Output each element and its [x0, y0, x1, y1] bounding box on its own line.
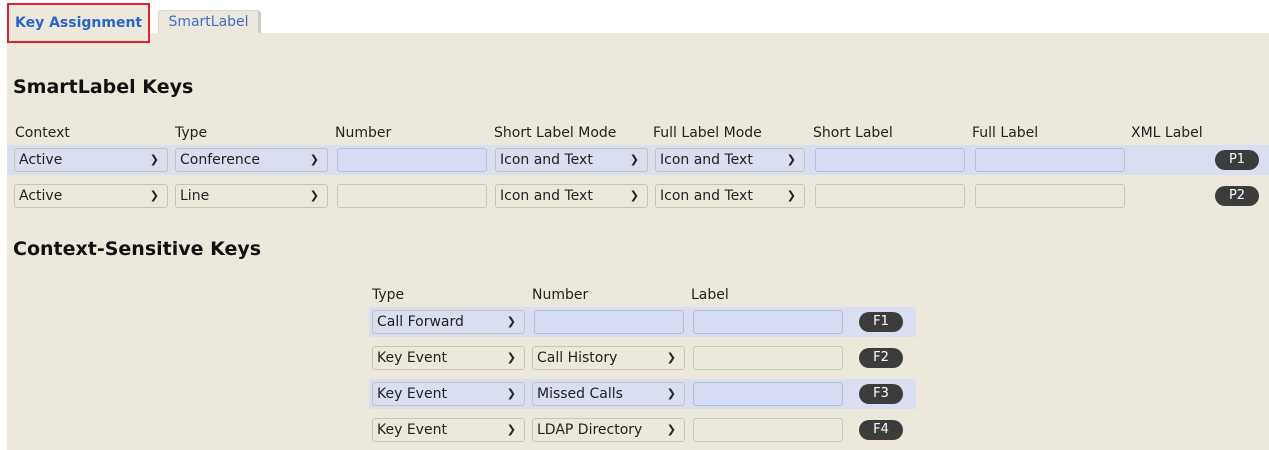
context-key-row: Key Event ❯ LDAP Directory ❯ F4	[369, 415, 916, 445]
short-label-mode-value: Icon and Text	[500, 188, 593, 204]
label-input[interactable]	[693, 346, 843, 370]
tab-bar: Key Assignment SmartLabel	[0, 0, 1269, 43]
type-select[interactable]: Call Forward ❯	[372, 310, 525, 334]
number-input[interactable]	[337, 148, 487, 172]
type-value: Call Forward	[377, 314, 464, 330]
type-value: Key Event	[377, 386, 447, 402]
tab-key-assignment[interactable]: Key Assignment	[7, 3, 150, 43]
content-panel: SmartLabel Keys Context Type Number Shor…	[7, 33, 1269, 450]
type-select[interactable]: Key Event ❯	[372, 382, 525, 406]
header-full-label: Full Label	[972, 125, 1039, 141]
short-label-mode-select[interactable]: Icon and Text ❯	[495, 184, 648, 208]
chevron-down-icon: ❯	[666, 351, 676, 364]
type-value: Key Event	[377, 422, 447, 438]
number-value: Missed Calls	[537, 386, 623, 402]
chevron-down-icon: ❯	[506, 315, 516, 328]
context-key-row: Call Forward ❯ F1	[369, 307, 916, 337]
short-label-mode-select[interactable]: Icon and Text ❯	[495, 148, 648, 172]
chevron-down-icon: ❯	[149, 153, 159, 166]
chevron-down-icon: ❯	[629, 153, 639, 166]
chevron-down-icon: ❯	[309, 189, 319, 202]
context-value: Active	[19, 152, 63, 168]
header-xml-label: XML Label	[1131, 125, 1203, 141]
full-label-mode-value: Icon and Text	[660, 152, 753, 168]
chevron-down-icon: ❯	[309, 153, 319, 166]
full-label-input[interactable]	[975, 148, 1125, 172]
context-select[interactable]: Active ❯	[14, 184, 168, 208]
context-sensitive-keys-title: Context-Sensitive Keys	[13, 238, 262, 260]
key-badge-p2[interactable]: P2	[1215, 186, 1259, 206]
header-full-label-mode: Full Label Mode	[653, 125, 762, 141]
chevron-down-icon: ❯	[786, 189, 796, 202]
type-select[interactable]: Line ❯	[175, 184, 328, 208]
full-label-mode-select[interactable]: Icon and Text ❯	[655, 148, 805, 172]
header-context: Context	[15, 125, 70, 141]
header-type: Type	[372, 287, 405, 303]
key-badge-f2[interactable]: F2	[859, 348, 903, 368]
chevron-down-icon: ❯	[629, 189, 639, 202]
short-label-mode-value: Icon and Text	[500, 152, 593, 168]
header-number: Number	[532, 287, 589, 303]
smartlabel-keys-title: SmartLabel Keys	[13, 76, 194, 98]
context-key-row: Key Event ❯ Missed Calls ❯ F3	[369, 379, 916, 409]
number-select[interactable]: Call History ❯	[532, 346, 685, 370]
header-label: Label	[691, 287, 729, 303]
number-input[interactable]	[337, 184, 487, 208]
context-select[interactable]: Active ❯	[14, 148, 168, 172]
number-value: LDAP Directory	[537, 422, 643, 438]
full-label-mode-select[interactable]: Icon and Text ❯	[655, 184, 805, 208]
type-value: Conference	[180, 152, 261, 168]
number-value: Call History	[537, 350, 618, 366]
chevron-down-icon: ❯	[666, 423, 676, 436]
type-value: Line	[180, 188, 210, 204]
full-label-mode-value: Icon and Text	[660, 188, 753, 204]
label-input[interactable]	[693, 382, 843, 406]
context-key-row: Key Event ❯ Call History ❯ F2	[369, 343, 916, 373]
chevron-down-icon: ❯	[149, 189, 159, 202]
key-badge-f4[interactable]: F4	[859, 420, 903, 440]
type-select[interactable]: Key Event ❯	[372, 346, 525, 370]
number-input[interactable]	[534, 310, 684, 334]
header-short-label: Short Label	[813, 125, 893, 141]
type-select[interactable]: Conference ❯	[175, 148, 328, 172]
tab-smartlabel[interactable]: SmartLabel	[158, 10, 261, 33]
label-input[interactable]	[693, 310, 843, 334]
type-value: Key Event	[377, 350, 447, 366]
short-label-input[interactable]	[815, 148, 965, 172]
header-number: Number	[335, 125, 392, 141]
chevron-down-icon: ❯	[666, 387, 676, 400]
header-type: Type	[175, 125, 208, 141]
header-short-label-mode: Short Label Mode	[494, 125, 617, 141]
number-select[interactable]: LDAP Directory ❯	[532, 418, 685, 442]
chevron-down-icon: ❯	[786, 153, 796, 166]
number-select[interactable]: Missed Calls ❯	[532, 382, 685, 406]
short-label-input[interactable]	[815, 184, 965, 208]
type-select[interactable]: Key Event ❯	[372, 418, 525, 442]
smartlabel-row: Active ❯ Conference ❯ Icon and Text ❯ Icon …	[7, 145, 1269, 175]
context-value: Active	[19, 188, 63, 204]
chevron-down-icon: ❯	[506, 387, 516, 400]
chevron-down-icon: ❯	[506, 351, 516, 364]
key-badge-p1[interactable]: P1	[1215, 150, 1259, 170]
full-label-input[interactable]	[975, 184, 1125, 208]
key-badge-f3[interactable]: F3	[859, 384, 903, 404]
chevron-down-icon: ❯	[506, 423, 516, 436]
label-input[interactable]	[693, 418, 843, 442]
key-badge-f1[interactable]: F1	[859, 312, 903, 332]
smartlabel-row: Active ❯ Line ❯ Icon and Text ❯ Icon and Te…	[7, 181, 1269, 211]
